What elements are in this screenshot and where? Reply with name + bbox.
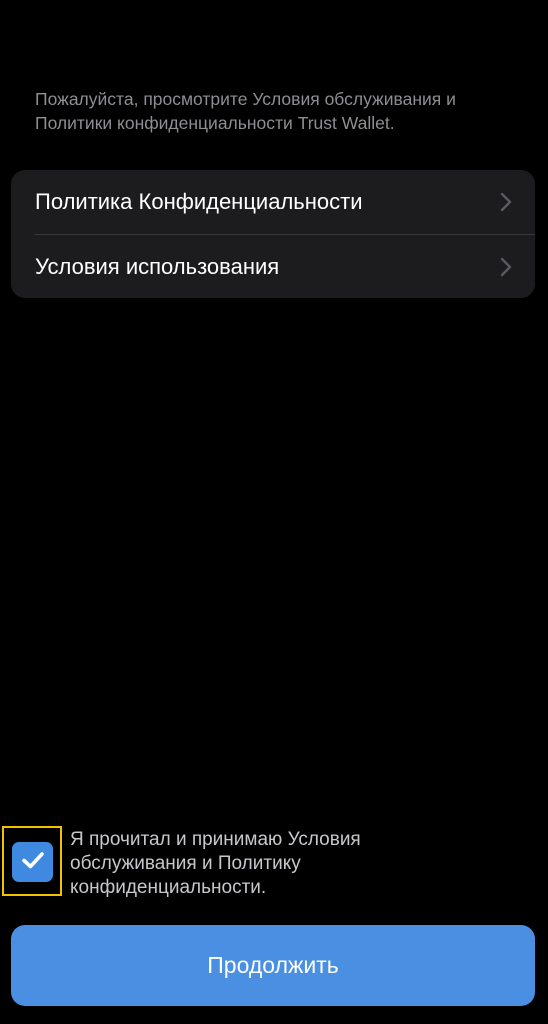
chevron-right-icon — [499, 257, 513, 277]
terms-of-use-label: Условия использования — [35, 253, 280, 279]
privacy-policy-label: Политика Конфиденциальности — [35, 189, 363, 214]
continue-button[interactable]: Продолжить — [11, 925, 535, 1006]
checkmark-icon — [21, 850, 45, 875]
agreement-row: Я прочитал и принимаю Условия обслуживан… — [0, 825, 548, 901]
legal-links-list: Политика Конфиденциальности Условия испо… — [11, 170, 535, 298]
terms-of-use-row[interactable]: Условия использования — [11, 235, 535, 298]
intro-text: Пожалуйста, просмотрите Условия обслужив… — [35, 89, 456, 133]
chevron-right-icon — [499, 192, 513, 212]
agree-checkbox[interactable] — [12, 842, 53, 882]
privacy-policy-row[interactable]: Политика Конфиденциальности — [11, 170, 535, 234]
agreement-text[interactable]: Я прочитал и принимаю Условия обслуживан… — [70, 828, 430, 900]
